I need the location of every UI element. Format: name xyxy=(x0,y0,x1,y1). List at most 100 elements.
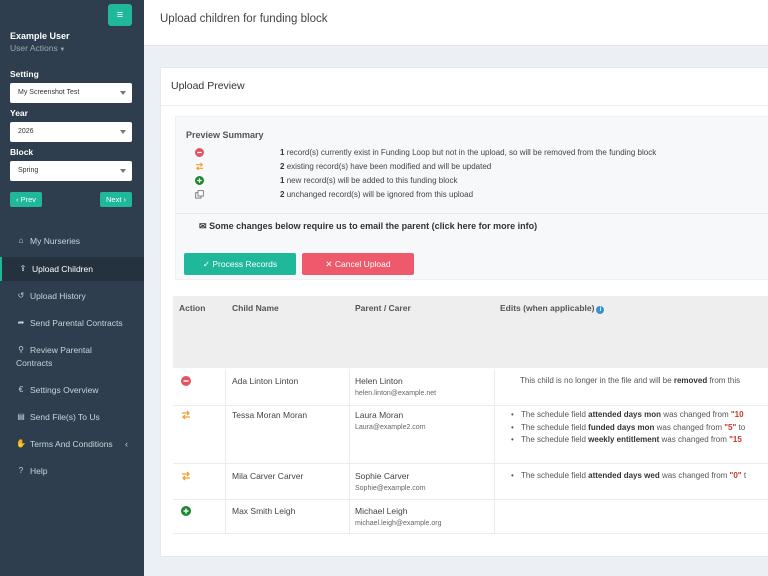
column-separator xyxy=(494,406,495,464)
divider xyxy=(161,105,768,106)
prev-button[interactable]: ‹ Prev xyxy=(10,192,42,207)
sidebar-item-settings-overview[interactable]: € Settings Overview xyxy=(0,384,144,396)
parent-name: Sophie Carver xyxy=(355,471,410,481)
sidebar-item-my-nurseries[interactable]: ⌂ My Nurseries xyxy=(0,235,144,247)
divider xyxy=(176,213,768,214)
sidebar-item-send-files[interactable]: ▤ Send File(s) To Us xyxy=(0,411,144,423)
summary-text: existing record(s) have been modified an… xyxy=(286,162,492,171)
summary-title: Preview Summary xyxy=(186,130,264,140)
edit-item: The schedule field weekly entitlement wa… xyxy=(511,434,745,447)
minus-circle-icon xyxy=(195,148,204,157)
process-records-button[interactable]: ✓ Process Records xyxy=(184,253,296,275)
edit-text: was changed from xyxy=(654,422,725,432)
block-select[interactable]: Spring xyxy=(10,161,132,181)
sidebar-item-label: Review Parental xyxy=(30,345,92,355)
summary-line-unchanged: 2 unchanged record(s) will be ignored fr… xyxy=(280,190,473,199)
sidebar-item-label: Upload History xyxy=(30,291,86,301)
menu-toggle-button[interactable]: ≡ xyxy=(108,4,132,26)
page-title: Upload children for funding block xyxy=(160,13,328,25)
parent-email: Sophie@example.com xyxy=(355,485,426,492)
plus-circle-icon xyxy=(181,506,191,516)
caret-down-icon xyxy=(120,130,126,134)
user-upload-icon: ⇪ xyxy=(19,264,27,273)
sidebar-item-label: Settings Overview xyxy=(30,385,99,395)
column-separator xyxy=(494,369,495,406)
sidebar-item-help[interactable]: ? Help xyxy=(0,465,144,477)
copy-icon xyxy=(195,190,204,199)
sidebar: ≡ Example User User Actions ▼ Setting My… xyxy=(0,0,144,576)
exchange-icon xyxy=(195,162,204,171)
sidebar-item-upload-history[interactable]: ↺ Upload History xyxy=(0,290,144,302)
search-icon: ⚲ xyxy=(18,345,24,354)
edit-item: The schedule field attended days wed was… xyxy=(511,470,746,483)
sidebar-item-label: Send File(s) To Us xyxy=(30,412,100,422)
edit-old-value: "15 xyxy=(729,435,742,444)
envelope-icon: ✉ xyxy=(199,221,207,231)
sidebar-item-terms[interactable]: ✋ Terms And Conditions ‹ xyxy=(0,438,144,450)
column-separator xyxy=(349,464,350,500)
column-separator xyxy=(494,464,495,500)
column-separator xyxy=(225,369,226,406)
edit-text: was changed from xyxy=(659,435,730,444)
file-icon: ▤ xyxy=(17,412,25,421)
header-action: Action xyxy=(179,303,206,313)
sidebar-item-send-parental-contracts[interactable]: ➦ Send Parental Contracts xyxy=(0,317,144,329)
handshake-icon: ✋ xyxy=(16,439,26,448)
sidebar-item-label: Upload Children xyxy=(32,264,93,274)
sidebar-item-label: Terms And Conditions xyxy=(30,439,113,449)
share-icon: ➦ xyxy=(17,318,25,327)
parent-name: Laura Moran xyxy=(355,410,404,420)
next-button[interactable]: Next › xyxy=(100,192,132,207)
column-separator xyxy=(349,406,350,464)
user-actions-dropdown[interactable]: User Actions ▼ xyxy=(10,43,65,53)
summary-line-modified: 2 existing record(s) have been modified … xyxy=(280,162,491,171)
hamburger-icon: ≡ xyxy=(116,9,124,21)
edit-bold: removed xyxy=(673,376,708,385)
info-icon[interactable]: i xyxy=(596,306,605,314)
edit-text: t xyxy=(741,471,747,480)
sidebar-item-upload-children[interactable]: ⇪ Upload Children xyxy=(0,257,144,281)
table-row: Mila Carver Carver Sophie Carver Sophie@… xyxy=(173,464,768,500)
edit-text: The schedule field xyxy=(521,410,589,419)
user-name: Example User xyxy=(10,31,70,41)
next-label: Next xyxy=(105,195,122,204)
header: Upload children for funding block xyxy=(144,0,768,46)
summary-line-added: 1 new record(s) will be added to this fu… xyxy=(280,176,457,185)
child-name: Ada Linton Linton xyxy=(232,376,299,386)
summary-line-removed: 1 record(s) currently exist in Funding L… xyxy=(280,148,656,157)
parent-name: Michael Leigh xyxy=(355,506,408,516)
child-name: Tessa Moran Moran xyxy=(232,410,308,420)
email-parent-note-link[interactable]: ✉ Some changes below require us to email… xyxy=(199,221,537,232)
column-separator xyxy=(349,500,350,534)
cancel-upload-button[interactable]: ✕ Cancel Upload xyxy=(302,253,414,275)
caret-down-icon: ▼ xyxy=(57,47,66,53)
prev-label: Prev xyxy=(20,195,36,204)
table-row: Max Smith Leigh Michael Leigh michael.le… xyxy=(173,500,768,534)
parent-email: helen.linton@example.net xyxy=(355,390,437,397)
summary-text: unchanged record(s) will be ignored from… xyxy=(286,190,474,199)
summary-count: 2 xyxy=(280,162,285,171)
caret-down-icon xyxy=(120,169,126,173)
edit-text: was changed from xyxy=(659,471,730,480)
home-icon: ⌂ xyxy=(18,236,24,245)
edit-field: attended days wed xyxy=(588,471,660,480)
sidebar-item-label: Help xyxy=(30,466,48,476)
summary-text: record(s) currently exist in Funding Loo… xyxy=(286,148,657,157)
edit-field: attended days mon xyxy=(588,410,662,419)
question-icon: ? xyxy=(18,466,24,475)
sidebar-item-review-parental-contracts[interactable]: ⚲ Review Parental xyxy=(0,344,144,356)
check-icon: ✓ xyxy=(202,259,211,269)
plus-circle-icon xyxy=(195,176,204,185)
edit-text: from this xyxy=(707,376,741,385)
setting-select[interactable]: My Screenshot Test xyxy=(10,83,132,103)
column-separator xyxy=(225,406,226,464)
year-select[interactable]: 2026 xyxy=(10,122,132,142)
cancel-upload-label: Cancel Upload xyxy=(334,259,391,269)
edit-text: to xyxy=(736,422,746,432)
chevron-right-icon: › xyxy=(123,195,127,204)
column-separator xyxy=(225,464,226,500)
edit-list: The schedule field attended days mon was… xyxy=(511,409,745,447)
sidebar-item-label: Send Parental Contracts xyxy=(30,318,123,328)
column-separator xyxy=(494,500,495,534)
summary-count: 2 xyxy=(280,190,285,199)
